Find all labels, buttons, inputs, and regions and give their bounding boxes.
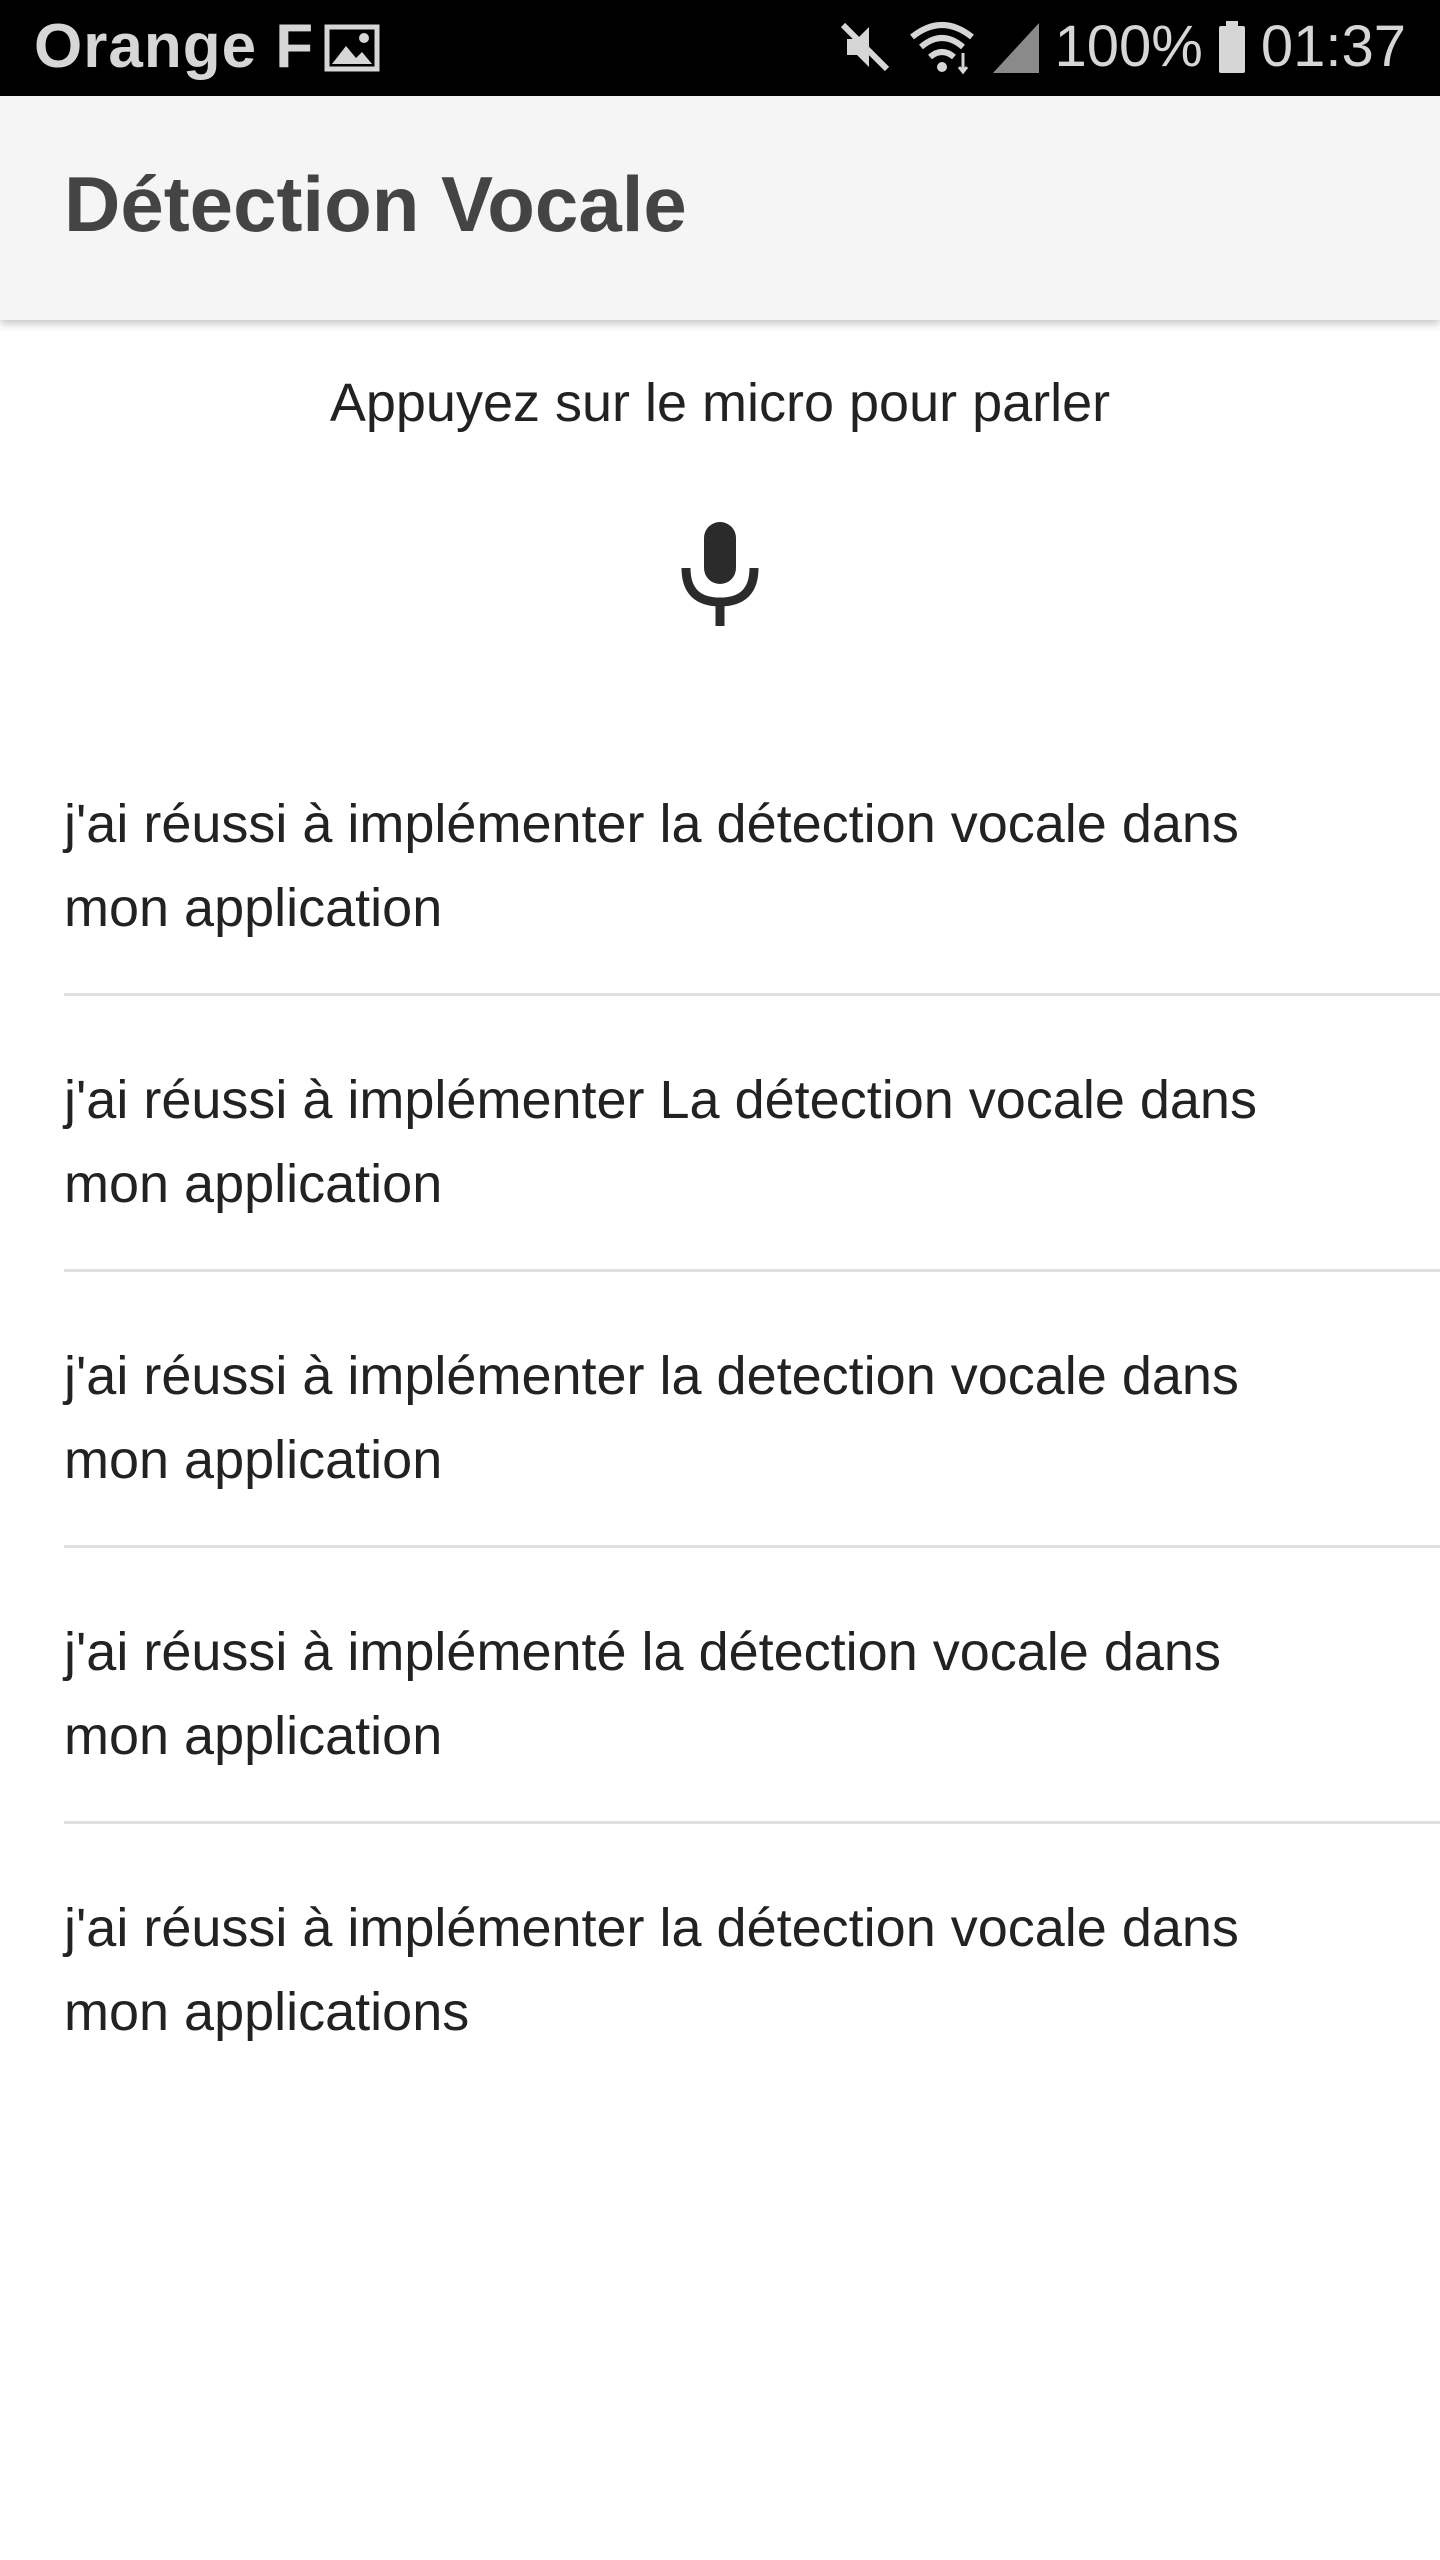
clock: 01:37 (1260, 14, 1406, 79)
list-item[interactable]: j'ai réussi à implémenter La détection v… (64, 996, 1440, 1272)
battery-icon (1218, 21, 1245, 73)
list-item[interactable]: j'ai réussi à implémenté la détection vo… (64, 1548, 1440, 1824)
status-icons: 100% 01:37 (837, 14, 1406, 80)
battery-percent: 100% (1054, 14, 1203, 79)
list-item[interactable]: j'ai réussi à implémenter la détection v… (64, 720, 1440, 996)
microphone-icon[interactable] (680, 522, 760, 626)
list-item[interactable]: j'ai réussi à implémenter la detection v… (64, 1272, 1440, 1548)
list-item[interactable]: j'ai réussi à implémenter la détection v… (64, 1824, 1440, 2100)
mute-icon (840, 22, 889, 72)
signal-icon (992, 23, 1039, 73)
results-list: j'ai réussi à implémenter la détection v… (64, 720, 1440, 2100)
carrier-name: Orange F (34, 12, 315, 81)
image-icon (324, 24, 380, 72)
wifi-icon (909, 22, 974, 75)
app-bar: Détection Vocale (0, 96, 1440, 320)
page-title: Détection Vocale (64, 160, 687, 248)
speak-prompt: Appuyez sur le micro pour parler (329, 373, 1111, 433)
status-bar: Orange F 100% 01:37 (0, 0, 1440, 96)
